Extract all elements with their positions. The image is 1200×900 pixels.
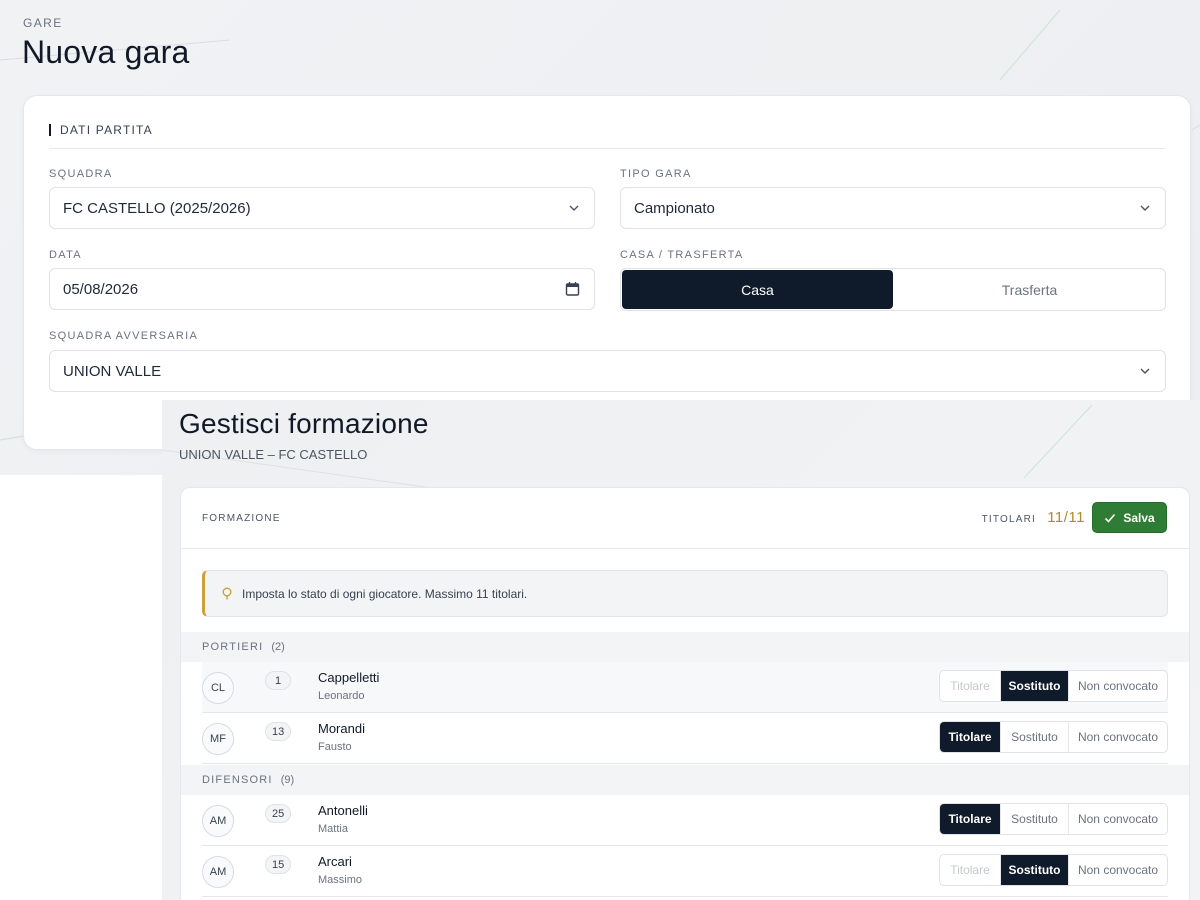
- save-button[interactable]: Salva: [1092, 502, 1167, 533]
- status-sostituto[interactable]: Sostituto: [1001, 804, 1069, 834]
- match-subtitle: UNION VALLE – FC CASTELLO: [179, 447, 368, 462]
- opponent-select[interactable]: UNION VALLE: [49, 350, 1166, 392]
- player-status-toggle: Titolare Sostituto Non convocato: [939, 803, 1168, 835]
- lineup-page: Gestisci formazione UNION VALLE – FC CAS…: [162, 400, 1200, 900]
- lineup-label: FORMAZIONE: [202, 513, 281, 524]
- group-count: (9): [280, 774, 295, 786]
- page-title: Nuova gara: [22, 34, 190, 70]
- avatar: AM: [202, 856, 234, 888]
- group-count: (2): [271, 641, 285, 653]
- section-accent-bar: [49, 124, 51, 136]
- match-type-label: TIPO GARA: [620, 168, 692, 180]
- avatar: AM: [202, 805, 234, 837]
- opponent-value: UNION VALLE: [63, 362, 162, 380]
- date-input[interactable]: 05/08/2026: [49, 268, 595, 310]
- player-last-name: Cappelletti: [318, 670, 380, 685]
- lineup-card: FORMAZIONE TITOLARI 11/11 Salva Imposta …: [180, 487, 1190, 900]
- status-sostituto[interactable]: Sostituto: [1001, 671, 1069, 701]
- group-header-goalkeepers: PORTIERI (2): [181, 632, 1189, 662]
- group-header-defenders: DIFENSORI (9): [181, 765, 1189, 795]
- status-non-convocato[interactable]: Non convocato: [1069, 671, 1167, 701]
- status-non-convocato[interactable]: Non convocato: [1069, 804, 1167, 834]
- group-label: DIFENSORI: [202, 774, 273, 786]
- save-button-label: Salva: [1123, 510, 1155, 525]
- player-last-name: Antonelli: [318, 803, 368, 818]
- check-icon: [1105, 513, 1116, 523]
- group-label: PORTIERI: [202, 641, 264, 653]
- player-first-name: Mattia: [318, 823, 348, 835]
- calendar-icon[interactable]: [565, 281, 580, 297]
- opponent-label: SQUADRA AVVERSARIA: [49, 330, 199, 342]
- home-away-toggle: Casa Trasferta: [620, 268, 1166, 311]
- player-row: AM 15 Arcari Massimo Titolare Sostituto …: [202, 846, 1168, 897]
- player-last-name: Morandi: [318, 721, 365, 736]
- player-first-name: Massimo: [318, 874, 363, 886]
- status-sostituto[interactable]: Sostituto: [1001, 722, 1069, 752]
- chevron-down-icon: [1140, 205, 1150, 211]
- player-row: CL 1 Cappelletti Leonardo Titolare Sosti…: [202, 662, 1168, 713]
- section-header: DATI PARTITA: [49, 123, 1165, 149]
- lineup-card-header: FORMAZIONE TITOLARI 11/11 Salva: [181, 488, 1189, 549]
- player-status-toggle: Titolare Sostituto Non convocato: [939, 854, 1168, 886]
- match-type-select[interactable]: Campionato: [620, 187, 1166, 229]
- status-titolare[interactable]: Titolare: [940, 804, 1001, 834]
- section-title: DATI PARTITA: [60, 123, 153, 137]
- status-non-convocato[interactable]: Non convocato: [1069, 722, 1167, 752]
- away-option[interactable]: Trasferta: [894, 269, 1165, 310]
- player-last-name: Arcari: [318, 854, 352, 869]
- status-titolare[interactable]: Titolare: [940, 671, 1001, 701]
- status-non-convocato[interactable]: Non convocato: [1069, 855, 1167, 885]
- date-label: DATA: [49, 249, 82, 261]
- chevron-down-icon: [1140, 368, 1150, 374]
- player-first-name: Fausto: [318, 741, 352, 753]
- team-select[interactable]: FC CASTELLO (2025/2026): [49, 187, 595, 229]
- avatar: CL: [202, 672, 234, 704]
- jersey-number: 13: [265, 722, 292, 741]
- player-first-name: Leonardo: [318, 690, 365, 702]
- breadcrumb[interactable]: GARE: [23, 16, 63, 30]
- avatar: MF: [202, 723, 234, 755]
- status-titolare[interactable]: Titolare: [940, 855, 1001, 885]
- starters-count: 11/11: [1047, 509, 1085, 526]
- match-data-card: DATI PARTITA SQUADRA FC CASTELLO (2025/2…: [23, 95, 1191, 450]
- match-type-value: Campionato: [634, 199, 715, 217]
- jersey-number: 1: [265, 671, 291, 690]
- status-titolare[interactable]: Titolare: [940, 722, 1001, 752]
- chevron-down-icon: [569, 205, 579, 211]
- page-title: Gestisci formazione: [179, 408, 429, 439]
- team-label: SQUADRA: [49, 168, 113, 180]
- lightbulb-icon: [222, 587, 232, 599]
- info-alert: Imposta lo stato di ogni giocatore. Mass…: [202, 570, 1168, 617]
- player-status-toggle: Titolare Sostituto Non convocato: [939, 721, 1168, 753]
- player-row: MF 13 Morandi Fausto Titolare Sostituto …: [202, 713, 1168, 764]
- home-away-label: CASA / TRASFERTA: [620, 249, 744, 261]
- status-sostituto[interactable]: Sostituto: [1001, 855, 1069, 885]
- player-status-toggle: Titolare Sostituto Non convocato: [939, 670, 1168, 702]
- home-option[interactable]: Casa: [622, 270, 893, 309]
- alert-text: Imposta lo stato di ogni giocatore. Mass…: [242, 586, 528, 601]
- jersey-number: 25: [265, 804, 292, 823]
- jersey-number: 15: [265, 855, 292, 874]
- team-select-value: FC CASTELLO (2025/2026): [63, 199, 251, 217]
- player-row: AM 25 Antonelli Mattia Titolare Sostitut…: [202, 795, 1168, 846]
- starters-label: TITOLARI: [981, 514, 1036, 525]
- date-value: 05/08/2026: [63, 280, 139, 298]
